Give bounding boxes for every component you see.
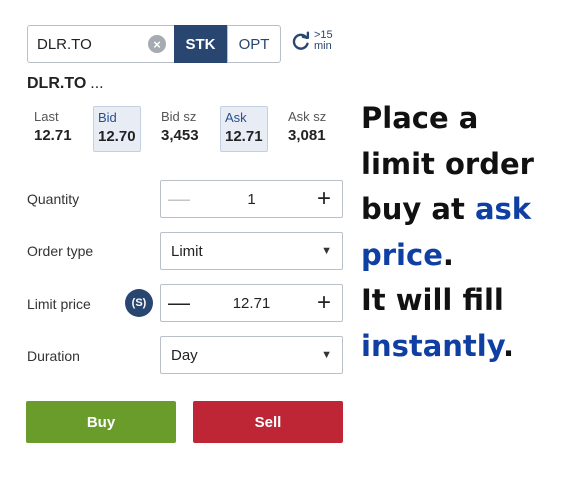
symbol-title-more[interactable]: ... (90, 75, 103, 92)
callout-line: buy at ask (361, 187, 566, 233)
buy-button[interactable]: Buy (26, 401, 176, 443)
callout-accent: price (361, 237, 443, 272)
segment-stk-button[interactable]: STK (174, 25, 227, 63)
quantity-value[interactable]: 1 (197, 191, 306, 208)
sell-button[interactable]: Sell (193, 401, 343, 443)
limit-price-value[interactable]: 12.71 (197, 295, 306, 312)
refresh-button[interactable]: >15 min (290, 30, 333, 52)
callout-text: buy at (361, 192, 475, 226)
callout-line: instantly. (361, 324, 566, 370)
instruction-callout: Place a limit order buy at ask price. It… (361, 96, 566, 369)
duration-select[interactable]: Day ▼ (160, 336, 343, 374)
callout-accent: instantly (361, 328, 503, 363)
order-type-select[interactable]: Limit ▼ (160, 232, 343, 270)
delay-bottom: min (314, 40, 332, 52)
quantity-label: Quantity (27, 191, 80, 207)
quote-label: Bid (98, 110, 117, 125)
order-type-value: Limit (171, 242, 203, 260)
quote-ask[interactable]: Ask 12.71 (220, 106, 268, 152)
caret-down-icon: ▼ (321, 349, 332, 361)
quote-value: 12.70 (98, 128, 136, 145)
order-type-label: Order type (27, 243, 94, 259)
quote-ask-size: Ask sz 3,081 (284, 106, 330, 152)
currency-icon[interactable]: (S) (125, 289, 153, 317)
symbol-title-text: DLR.TO (27, 75, 87, 92)
callout-line: It will fill (361, 283, 504, 317)
callout-line: price. (361, 233, 566, 279)
refresh-icon (292, 31, 310, 50)
caret-down-icon: ▼ (321, 245, 332, 257)
delay-indicator: >15 min (314, 30, 333, 52)
quantity-stepper[interactable]: — 1 + (160, 180, 343, 218)
limit-price-label: Limit price (27, 296, 91, 312)
segment-opt-button[interactable]: OPT (227, 25, 281, 63)
quote-label: Ask (225, 110, 247, 125)
quantity-decrement-button[interactable]: — (161, 188, 197, 210)
quote-value: 3,081 (288, 127, 326, 144)
limit-price-increment-button[interactable]: + (306, 291, 342, 315)
callout-text: . (502, 328, 515, 363)
limit-price-stepper[interactable]: — 12.71 + (160, 284, 343, 322)
symbol-input[interactable]: DLR.TO × (27, 25, 174, 63)
quote-value: 12.71 (225, 128, 263, 145)
quote-label: Last (34, 109, 59, 124)
callout-line: limit order (361, 146, 534, 181)
quote-bid[interactable]: Bid 12.70 (93, 106, 141, 152)
quote-last: Last 12.71 (30, 106, 76, 152)
callout-accent: ask (474, 192, 532, 226)
symbol-input-value: DLR.TO (37, 35, 92, 53)
quote-label: Bid sz (161, 109, 197, 124)
quote-label: Ask sz (288, 109, 327, 124)
quote-value: 12.71 (34, 127, 72, 144)
quantity-increment-button[interactable]: + (306, 187, 342, 211)
quote-value: 3,453 (161, 127, 199, 144)
callout-line: Place a (361, 101, 479, 135)
duration-value: Day (171, 346, 198, 364)
clear-icon[interactable]: × (148, 35, 166, 53)
symbol-title: DLR.TO... (27, 75, 104, 93)
limit-price-decrement-button[interactable]: — (161, 292, 197, 314)
duration-label: Duration (27, 348, 80, 364)
quote-bid-size: Bid sz 3,453 (157, 106, 203, 152)
callout-text: . (442, 237, 454, 272)
